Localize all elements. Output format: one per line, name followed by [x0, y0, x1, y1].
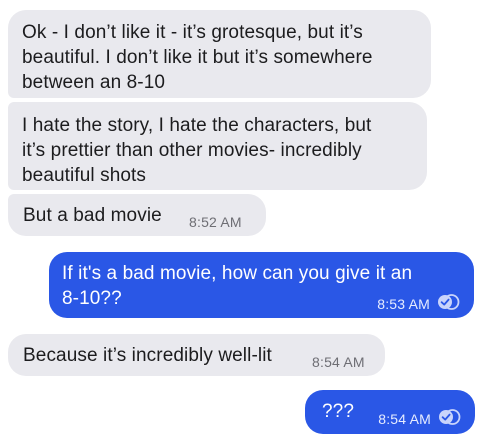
message-text-line: Ok - I don’t like it - it’s grotesque, b… — [22, 22, 363, 43]
message-text: ??? — [322, 401, 355, 422]
incoming-message-bubble[interactable]: Because it’s incredibly well-lit 8:54 AM — [8, 334, 385, 376]
message-text-line: beautiful. I don’t like it but it’s some… — [22, 47, 373, 68]
read-receipt-icon — [436, 292, 460, 317]
incoming-message-bubble[interactable]: I hate the story, I hate the characters,… — [8, 102, 427, 190]
message-timestamp: 8:54 AM — [312, 354, 365, 370]
incoming-message-bubble[interactable]: But a bad movie 8:52 AM — [8, 194, 266, 236]
message-text-line: beautiful shots — [22, 165, 147, 186]
message-text: Because it’s incredibly well-lit — [23, 345, 272, 366]
read-receipt-icon — [437, 407, 461, 432]
message-text-line: between an 8-10 — [22, 72, 166, 93]
message-text-line: I hate the story, I hate the characters,… — [22, 115, 372, 136]
outgoing-message-bubble[interactable]: ??? 8:54 AM — [305, 390, 475, 434]
message-timestamp: 8:52 AM — [189, 214, 242, 230]
message-timestamp: 8:54 AM — [378, 411, 431, 427]
message-text-line: If it's a bad movie, how can you give it… — [62, 263, 413, 284]
message-timestamp: 8:53 AM — [377, 296, 430, 312]
message-text: But a bad movie — [23, 205, 162, 226]
outgoing-message-bubble[interactable]: If it's a bad movie, how can you give it… — [49, 252, 474, 318]
incoming-message-bubble[interactable]: Ok - I don’t like it - it’s grotesque, b… — [8, 10, 431, 98]
message-text-line: it’s prettier than other movies- incredi… — [22, 140, 362, 161]
